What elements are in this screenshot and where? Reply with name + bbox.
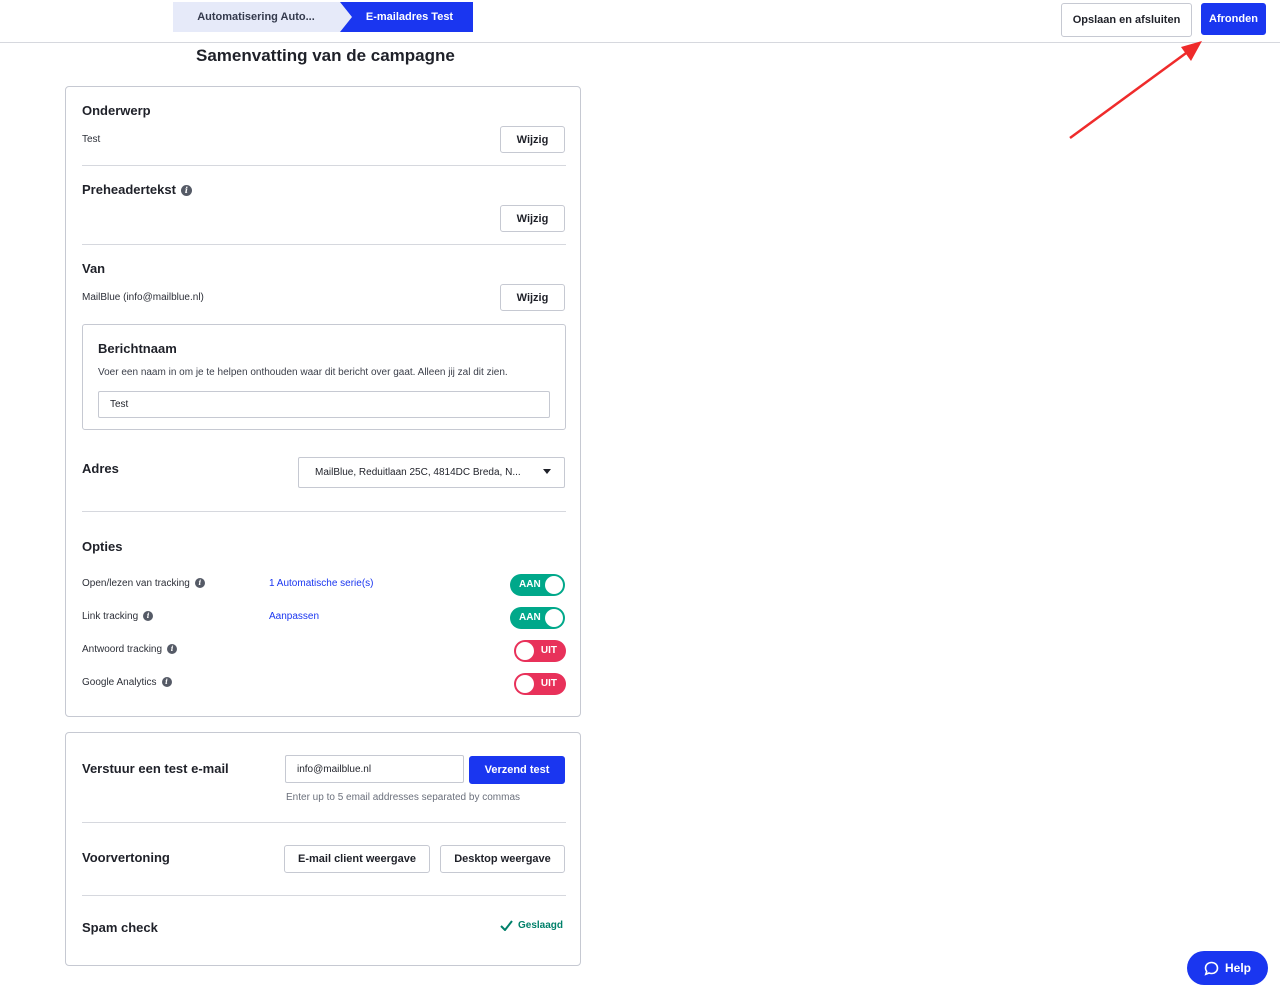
from-title: Van [82,261,106,276]
divider [82,165,566,166]
toggle-state: UIT [540,645,557,656]
option-label-text: Google Analytics [82,677,157,688]
page-title: Samenvatting van de campagne [196,46,455,65]
help-button[interactable]: Help [1187,951,1268,985]
desktop-preview-button[interactable]: Desktop weergave [440,845,565,873]
option-label-text: Antwoord tracking [82,644,163,655]
open-tracking-series-link[interactable]: 1 Automatische serie(s) [269,578,374,589]
spam-check-status-label: Geslaagd [518,920,564,931]
link-tracking-toggle[interactable]: AAN [510,607,565,629]
toggle-knob [516,675,534,693]
edit-preheader-button[interactable]: Wijzig [500,205,565,232]
send-test-button[interactable]: Verzend test [469,756,565,784]
spam-check-status: Geslaagd [500,920,563,931]
test-email-input[interactable]: info@mailblue.nl [285,755,464,783]
option-google-analytics-label: Google Analytics i [82,677,172,688]
info-icon[interactable]: i [167,644,178,655]
divider [82,822,566,823]
message-name-input[interactable]: Test [98,391,550,418]
annotation-arrow-icon [1069,41,1202,140]
info-icon[interactable]: i [143,611,154,622]
preheader-title-label: Preheadertekst [82,182,176,197]
message-name-title: Berichtnaam [98,341,177,356]
message-name-description: Voer een naam in om je te helpen onthoud… [98,367,508,378]
edit-subject-button[interactable]: Wijzig [500,126,565,153]
toggle-state: AAN [519,579,541,590]
divider [82,895,566,896]
edit-from-button[interactable]: Wijzig [500,284,565,311]
address-select-value: MailBlue, Reduitlaan 25C, 4814DC Breda, … [315,467,521,478]
caret-down-icon [543,469,551,474]
subject-value: Test [82,134,101,145]
info-icon[interactable]: i [194,578,205,589]
message-name-box: Berichtnaam Voer een naam in om je te he… [82,324,566,430]
test-and-preview-card: Verstuur een test e-mail info@mailblue.n… [65,732,581,966]
toggle-knob [516,642,534,660]
toggle-knob [545,576,563,594]
breadcrumb-current-step[interactable]: E-mailadres Test [340,2,473,32]
email-client-preview-button[interactable]: E-mail client weergave [284,845,430,873]
option-link-tracking-label: Link tracking i [82,611,154,622]
link-tracking-adjust-link[interactable]: Aanpassen [269,611,319,622]
open-tracking-toggle[interactable]: AAN [510,574,565,596]
help-label: Help [1224,961,1251,975]
test-email-hint: Enter up to 5 email addresses separated … [286,792,521,803]
finish-button[interactable]: Afronden [1201,3,1266,35]
options-title: Opties [82,539,123,554]
subject-title: Onderwerp [82,103,151,118]
address-select[interactable]: MailBlue, Reduitlaan 25C, 4814DC Breda, … [298,457,565,488]
info-icon[interactable]: i [161,677,172,688]
preview-title: Voorvertoning [82,850,170,865]
campaign-summary-card: Onderwerp Test Wijzig Preheadertekst i Wi… [65,86,581,717]
option-reply-tracking-label: Antwoord tracking i [82,644,178,655]
checkmark-icon [500,920,513,931]
breadcrumb-automation[interactable]: Automatisering Auto... [173,2,353,32]
toggle-knob [545,609,563,627]
save-and-exit-button[interactable]: Opslaan en afsluiten [1061,3,1192,37]
divider [82,244,566,245]
reply-tracking-toggle[interactable]: UIT [514,640,566,662]
spam-check-title: Spam check [82,920,158,935]
toggle-state: AAN [519,612,541,623]
google-analytics-toggle[interactable]: UIT [514,673,566,695]
toggle-state: UIT [540,678,557,689]
divider [82,511,566,512]
chat-bubble-icon [1204,961,1219,976]
option-label-text: Open/lezen van tracking [82,578,190,589]
preheader-title: Preheadertekst i [82,182,192,197]
info-icon[interactable]: i [180,185,192,197]
from-value: MailBlue (info@mailblue.nl) [82,292,204,303]
option-open-tracking-label: Open/lezen van tracking i [82,578,205,589]
address-title: Adres [82,461,119,476]
option-label-text: Link tracking [82,611,139,622]
test-email-title: Verstuur een test e-mail [82,761,229,776]
